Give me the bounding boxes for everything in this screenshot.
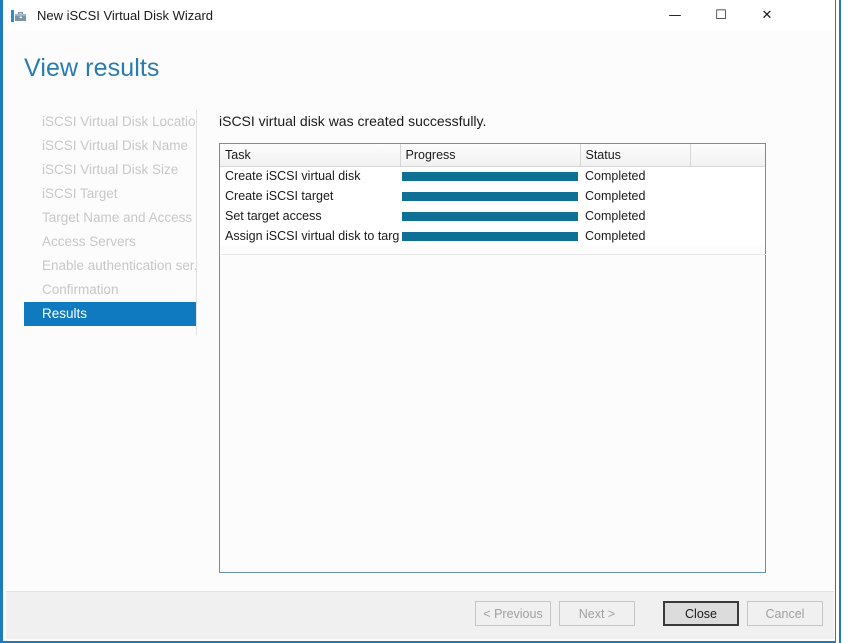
cell-blank xyxy=(690,226,765,246)
iscsi-wizard-dialog: New iSCSI Virtual Disk Wizard — ☐ ✕ View… xyxy=(0,0,836,643)
cell-status: Completed xyxy=(580,186,690,206)
column-header-status[interactable]: Status xyxy=(580,144,691,167)
previous-button[interactable]: < Previous xyxy=(475,601,551,626)
title-bar[interactable]: New iSCSI Virtual Disk Wizard — ☐ ✕ xyxy=(3,0,835,31)
progress-bar xyxy=(402,211,578,221)
sidebar-item-iscsi-target[interactable]: iSCSI Target xyxy=(3,182,196,206)
sidebar-item-target-name-and-access[interactable]: Target Name and Access xyxy=(3,206,196,230)
minimize-button[interactable]: — xyxy=(652,0,698,31)
maximize-button[interactable]: ☐ xyxy=(698,0,744,31)
progress-bar xyxy=(402,231,578,241)
results-table: Task Progress Status Create iSCSI virtua… xyxy=(220,144,765,246)
cell-status: Completed xyxy=(580,206,690,226)
close-button[interactable]: Close xyxy=(663,601,739,626)
table-header-row: Task Progress Status xyxy=(220,144,765,167)
cell-blank xyxy=(690,206,765,226)
background-window-edge[interactable]: 65T xyxy=(839,0,852,643)
page-title: View results xyxy=(24,54,160,82)
close-icon: ✕ xyxy=(761,8,773,23)
minimize-icon: — xyxy=(668,8,682,23)
progress-bar xyxy=(402,171,578,181)
sidebar-item-iscsi-virtual-disk-location[interactable]: iSCSI Virtual Disk Location xyxy=(3,110,196,134)
sidebar-item-iscsi-virtual-disk-name[interactable]: iSCSI Virtual Disk Name xyxy=(3,134,196,158)
cell-task: Set target access xyxy=(220,206,400,226)
maximize-icon: ☐ xyxy=(715,8,727,23)
results-box: Task Progress Status Create iSCSI virtua… xyxy=(219,143,766,573)
sidebar-item-iscsi-virtual-disk-size[interactable]: iSCSI Virtual Disk Size xyxy=(3,158,196,182)
cell-task: Create iSCSI virtual disk xyxy=(220,166,400,186)
cell-status: Completed xyxy=(580,166,690,186)
cell-progress xyxy=(400,166,580,186)
table-row[interactable]: Assign iSCSI virtual disk to target Comp… xyxy=(220,226,765,246)
sidebar-item-access-servers[interactable]: Access Servers xyxy=(3,230,196,254)
sidebar-item-results[interactable]: Results xyxy=(24,302,196,326)
cell-blank xyxy=(690,186,765,206)
cell-task: Assign iSCSI virtual disk to target xyxy=(220,226,400,246)
table-bottom-divider xyxy=(221,254,766,255)
cell-blank xyxy=(690,166,765,186)
iscsi-wizard-icon xyxy=(10,7,28,25)
next-button[interactable]: Next > xyxy=(559,601,635,626)
wizard-step-sidebar: iSCSI Virtual Disk Location iSCSI Virtua… xyxy=(3,110,197,335)
cell-progress xyxy=(400,226,580,246)
cancel-button[interactable]: Cancel xyxy=(747,601,823,626)
table-row[interactable]: Create iSCSI target Completed xyxy=(220,186,765,206)
sidebar-item-confirmation[interactable]: Confirmation xyxy=(3,278,196,302)
column-header-task[interactable]: Task xyxy=(220,144,401,167)
close-window-button[interactable]: ✕ xyxy=(744,0,790,31)
column-header-progress[interactable]: Progress xyxy=(400,144,581,167)
success-message: iSCSI virtual disk was created successfu… xyxy=(219,113,487,129)
table-row[interactable]: Set target access Completed xyxy=(220,206,765,226)
table-row[interactable]: Create iSCSI virtual disk Completed xyxy=(220,166,765,186)
sidebar-item-enable-authentication-service[interactable]: Enable authentication ser... xyxy=(3,254,196,278)
progress-bar xyxy=(402,191,578,201)
column-header-blank[interactable] xyxy=(690,144,765,167)
content-panel: iSCSI virtual disk was created successfu… xyxy=(219,105,766,573)
cell-progress xyxy=(400,206,580,226)
cell-task: Create iSCSI target xyxy=(220,186,400,206)
cell-status: Completed xyxy=(580,226,690,246)
window-title: New iSCSI Virtual Disk Wizard xyxy=(37,8,214,23)
cell-progress xyxy=(400,186,580,206)
dialog-footer: < Previous Next > Close Cancel xyxy=(6,591,834,639)
